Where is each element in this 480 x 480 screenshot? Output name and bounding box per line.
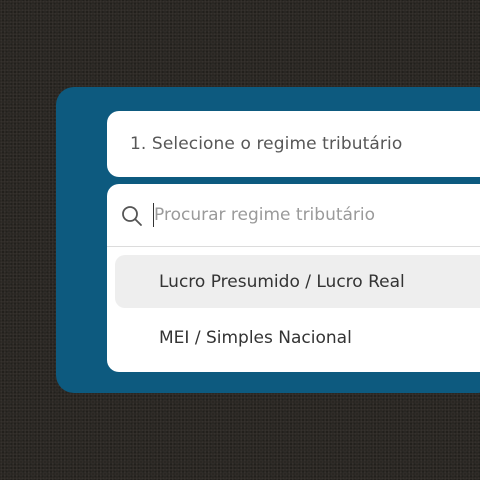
search-icon (120, 204, 144, 228)
regime-select-label: 1. Selecione o regime tributário (130, 134, 403, 154)
text-caret (153, 203, 154, 227)
option-label: MEI / Simples Nacional (159, 327, 352, 348)
regime-dropdown: Lucro Presumido / Lucro Real MEI / Simpl… (107, 184, 480, 372)
option-lucro-presumido[interactable]: Lucro Presumido / Lucro Real (115, 255, 480, 308)
regime-select[interactable]: 1. Selecione o regime tributário (107, 111, 480, 177)
option-mei-simples[interactable]: MEI / Simples Nacional (115, 311, 480, 364)
option-label: Lucro Presumido / Lucro Real (159, 271, 405, 292)
search-input[interactable] (152, 198, 480, 232)
dropdown-search-row (107, 184, 480, 247)
